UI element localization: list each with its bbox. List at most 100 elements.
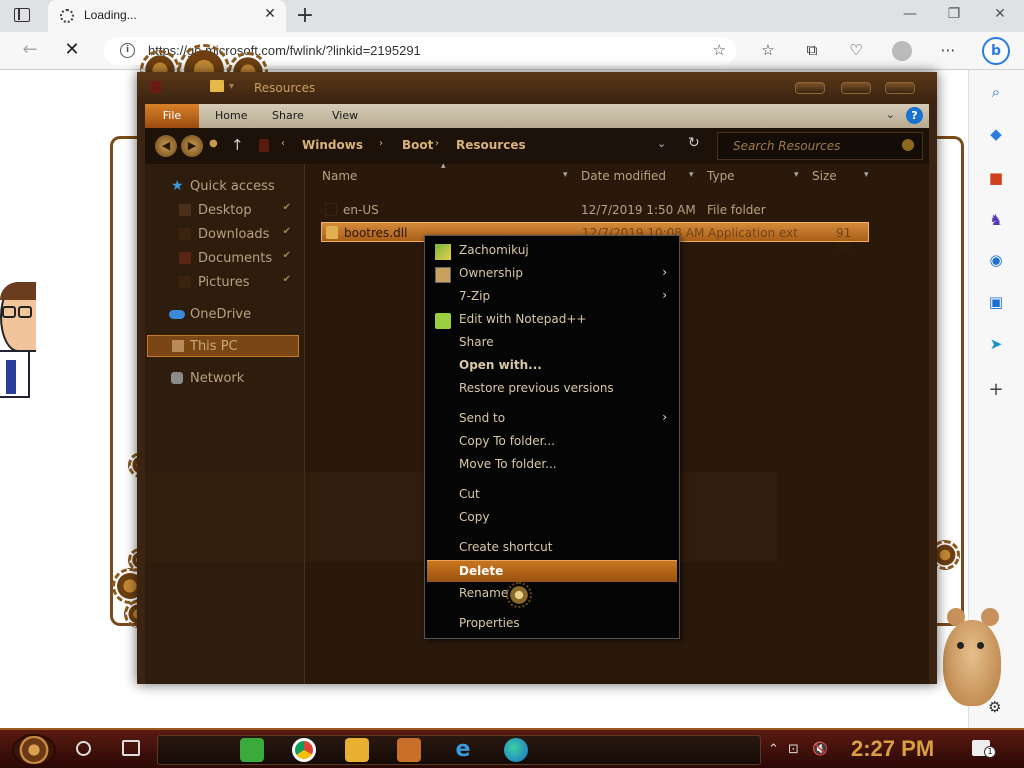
tab-actions-icon[interactable]: [14, 8, 30, 22]
collections-icon[interactable]: ⧉: [802, 41, 822, 59]
menu-item-cut[interactable]: Cut: [427, 484, 677, 506]
breadcrumb-separator-icon[interactable]: ›: [379, 138, 383, 149]
menu-item-send-to[interactable]: Send to ›: [427, 408, 677, 430]
microsoft-365-icon[interactable]: ◉: [986, 250, 1006, 270]
breadcrumb-item-resources[interactable]: Resources: [456, 138, 526, 152]
quick-access-dropdown-icon[interactable]: ▾: [229, 81, 234, 92]
menu-item-7zip[interactable]: 7-Zip ›: [427, 286, 677, 308]
favorites-icon[interactable]: ☆: [758, 41, 778, 59]
nav-item-quick-access[interactable]: ★ Quick access: [145, 176, 305, 198]
breadcrumb[interactable]: ‹ Windows › Boot › Resources: [255, 132, 693, 160]
close-window-icon[interactable]: ✕: [990, 6, 1010, 22]
info-icon[interactable]: i: [120, 43, 135, 58]
stop-icon[interactable]: ✕: [60, 39, 84, 60]
nav-item-this-pc[interactable]: This PC: [147, 335, 299, 357]
telegram-icon[interactable]: ➤: [986, 334, 1006, 354]
menu-item-ownership[interactable]: Ownership ›: [427, 263, 677, 285]
column-header-date-modified[interactable]: Date modified: [581, 169, 666, 183]
search-placeholder[interactable]: Search Resources: [733, 139, 840, 153]
breadcrumb-item-windows[interactable]: Windows: [302, 138, 363, 152]
search-circle-icon[interactable]: [76, 741, 91, 756]
browser-tab[interactable]: Loading... ✕: [48, 0, 286, 32]
menu-item-rename[interactable]: Rename: [427, 583, 677, 605]
menu-item-delete[interactable]: Delete: [427, 560, 677, 582]
column-dropdown-icon[interactable]: ▾: [563, 170, 568, 180]
column-header-size[interactable]: Size: [812, 169, 837, 183]
task-view-icon[interactable]: [122, 740, 140, 756]
breadcrumb-separator-icon[interactable]: ›: [435, 138, 439, 149]
nav-item-desktop[interactable]: Desktop ✔: [145, 200, 305, 222]
forward-icon[interactable]: ▶: [181, 135, 203, 157]
nav-item-documents[interactable]: Documents ✔: [145, 248, 305, 270]
ribbon-tab-share[interactable]: Share: [272, 109, 304, 122]
menu-item-zachomikuj[interactable]: Zachomikuj: [427, 240, 677, 262]
ribbon-tab-home[interactable]: Home: [215, 109, 247, 122]
menu-item-edit-notepad[interactable]: Edit with Notepad++: [427, 309, 677, 331]
search-icon[interactable]: ⌕: [986, 82, 1006, 102]
restore-icon[interactable]: ❐: [944, 6, 964, 22]
minimize-icon[interactable]: [795, 82, 825, 94]
search-icon[interactable]: [902, 139, 914, 151]
taskbar-clock[interactable]: 2:27 PM: [851, 736, 934, 762]
breadcrumb-item-boot[interactable]: Boot: [402, 138, 433, 152]
nav-item-onedrive[interactable]: OneDrive: [145, 304, 305, 326]
settings-gear-icon[interactable]: ⚙: [988, 698, 1001, 716]
stardock-icon[interactable]: [397, 738, 421, 762]
computer-icon: [172, 340, 184, 352]
menu-item-properties[interactable]: Properties: [427, 613, 677, 635]
column-header-name[interactable]: Name: [322, 169, 357, 183]
menu-item-restore-previous[interactable]: Restore previous versions: [427, 378, 677, 400]
back-icon[interactable]: ◀: [155, 135, 177, 157]
start-button[interactable]: [12, 734, 56, 766]
edge-icon[interactable]: [504, 738, 528, 762]
games-icon[interactable]: ♞: [986, 210, 1006, 230]
breadcrumb-separator-icon[interactable]: ‹: [281, 138, 285, 149]
tools-briefcase-icon[interactable]: ■: [986, 168, 1006, 188]
maximize-icon[interactable]: [841, 82, 871, 94]
notes-icon[interactable]: [240, 738, 264, 762]
address-dropdown-icon[interactable]: ⌄: [657, 137, 666, 150]
menu-item-open-with[interactable]: Open with...: [427, 355, 677, 377]
column-dropdown-icon[interactable]: ▾: [794, 170, 799, 180]
search-box[interactable]: Search Resources: [717, 132, 923, 160]
menu-item-share[interactable]: Share: [427, 332, 677, 354]
close-icon[interactable]: [885, 82, 915, 94]
menu-item-copy[interactable]: Copy: [427, 507, 677, 529]
volume-muted-icon[interactable]: 🔇: [812, 742, 828, 757]
shopping-tag-icon[interactable]: ◆: [986, 124, 1006, 144]
profile-icon[interactable]: [892, 41, 912, 61]
column-dropdown-icon[interactable]: ▾: [689, 170, 694, 180]
internet-explorer-icon[interactable]: e: [451, 738, 475, 762]
new-tab-plus-icon[interactable]: +: [294, 3, 316, 28]
column-dropdown-icon[interactable]: ▾: [864, 170, 869, 180]
recent-locations-icon[interactable]: ●: [209, 138, 218, 149]
ribbon-tab-view[interactable]: View: [332, 109, 358, 122]
back-icon[interactable]: ←: [18, 39, 42, 60]
outlook-icon[interactable]: ▣: [986, 292, 1006, 312]
add-icon[interactable]: +: [986, 380, 1006, 400]
nav-item-pictures[interactable]: Pictures ✔: [145, 272, 305, 294]
refresh-icon[interactable]: ↻: [688, 135, 700, 151]
menu-item-create-shortcut[interactable]: Create shortcut: [427, 537, 677, 559]
up-arrow-icon[interactable]: ↑: [231, 136, 244, 154]
nav-item-network[interactable]: Network: [145, 368, 305, 390]
more-icon[interactable]: ⋯: [938, 41, 958, 59]
nav-item-downloads[interactable]: Downloads ✔: [145, 224, 305, 246]
download-icon: [179, 228, 191, 240]
close-tab-icon[interactable]: ✕: [262, 6, 278, 22]
chrome-icon[interactable]: [292, 738, 316, 762]
column-header-type[interactable]: Type: [707, 169, 735, 183]
file-explorer-icon[interactable]: [345, 738, 369, 762]
browser-essentials-icon[interactable]: ♡: [846, 41, 866, 59]
file-row-en-us[interactable]: en-US 12/7/2019 1:50 AM File folder: [321, 200, 869, 220]
chevron-down-icon[interactable]: ⌄: [886, 108, 895, 121]
ribbon-tab-file[interactable]: File: [145, 104, 199, 128]
menu-item-move-to-folder[interactable]: Move To folder...: [427, 454, 677, 476]
bing-chat-icon[interactable]: b: [982, 37, 1010, 65]
network-icon[interactable]: ⊡: [788, 742, 799, 757]
help-icon[interactable]: ?: [906, 107, 923, 124]
add-favorite-icon[interactable]: ☆: [713, 41, 726, 59]
minimize-icon[interactable]: —: [900, 6, 920, 22]
chevron-up-icon[interactable]: ⌃: [768, 742, 779, 757]
menu-item-copy-to-folder[interactable]: Copy To folder...: [427, 431, 677, 453]
